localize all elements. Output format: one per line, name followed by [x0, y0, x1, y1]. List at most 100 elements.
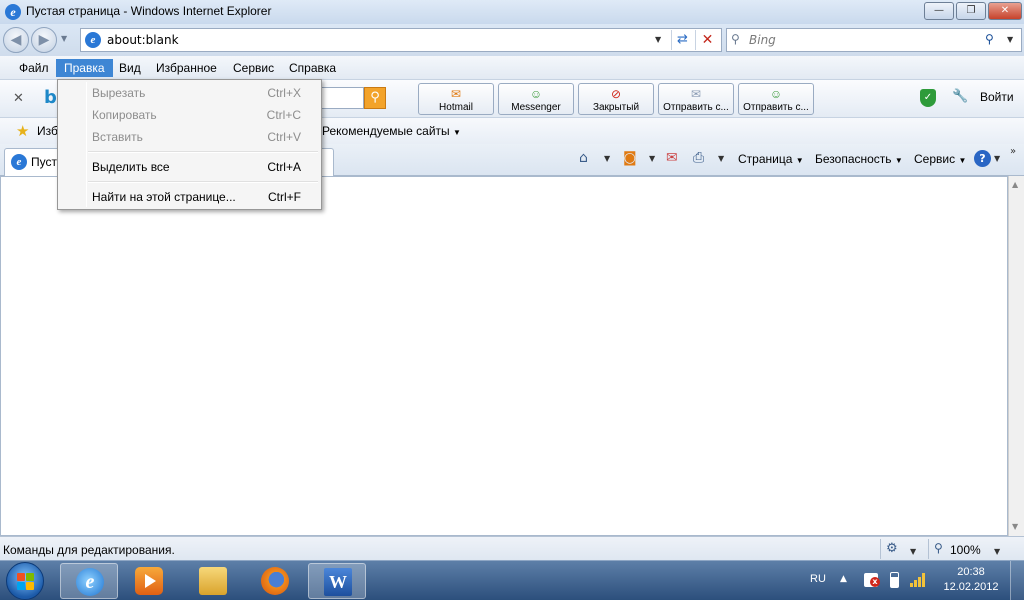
menu-item-select-all[interactable]: Выделить все Ctrl+A [60, 156, 319, 178]
status-divider [880, 539, 881, 559]
vertical-scrollbar[interactable]: ▲ ▼ [1008, 176, 1024, 536]
block-icon: ⊘ [610, 87, 622, 101]
minimize-button[interactable]: — [924, 2, 954, 20]
help-dropdown-icon[interactable]: ▼ [994, 154, 1000, 163]
menu-tools[interactable]: Сервис [225, 59, 282, 77]
show-desktop-button[interactable] [1010, 561, 1024, 600]
search-input[interactable]: Bing [749, 33, 776, 47]
ie-page-icon: e [85, 32, 101, 48]
status-text: Команды для редактирования. [3, 543, 175, 557]
taskbar-word[interactable]: W [308, 563, 366, 599]
favorites-label[interactable]: Изб [37, 124, 58, 138]
taskbar-explorer[interactable] [184, 563, 242, 599]
menu-item-shortcut: Ctrl+F [268, 190, 301, 204]
shield-icon[interactable]: ✓ [920, 89, 936, 107]
bing-logo-icon: b [44, 87, 57, 108]
toolbar-search-input[interactable] [318, 87, 364, 109]
recommended-sites-label: Рекомендуемые сайты [322, 124, 450, 138]
maximize-button[interactable]: ❐ [956, 2, 986, 20]
stop-icon[interactable]: ✕ [695, 30, 719, 50]
feeds-dropdown-icon[interactable]: ▼ [649, 154, 655, 163]
chevron-down-icon: ▼ [795, 156, 804, 165]
title-bar: e Пустая страница - Windows Internet Exp… [0, 0, 1024, 24]
zoom-level[interactable]: 100% [950, 543, 981, 557]
internet-explorer-icon: e [76, 568, 104, 596]
search-options-icon[interactable]: ▼ [1007, 35, 1013, 44]
menu-item-find[interactable]: Найти на этой странице... Ctrl+F [60, 186, 319, 208]
action-center-icon[interactable] [864, 573, 880, 587]
print-icon[interactable]: ⎙ [693, 150, 704, 166]
safety-menu-label: Безопасность [815, 152, 892, 166]
clock[interactable]: 20:38 12.02.2012 [942, 565, 1000, 595]
battery-icon[interactable] [890, 572, 899, 588]
address-dropdown-icon[interactable]: ▼ [655, 35, 661, 44]
forward-button[interactable]: ▶ [31, 27, 57, 53]
show-hidden-icons[interactable]: ▲ [840, 574, 847, 584]
menu-favorites[interactable]: Избранное [148, 59, 225, 77]
menu-item-paste[interactable]: Вставить Ctrl+V [60, 126, 319, 148]
media-player-icon [135, 567, 163, 595]
clock-time: 20:38 [957, 566, 985, 578]
protected-mode-icon[interactable]: ⚙ [886, 541, 898, 556]
scroll-down-icon[interactable]: ▼ [1012, 522, 1018, 531]
address-field[interactable]: e about:blank ▼ ⇄ ✕ [80, 28, 722, 52]
menu-edit[interactable]: Правка [56, 59, 113, 77]
address-input[interactable]: about:blank [107, 33, 179, 47]
messenger-label: Messenger [511, 102, 561, 113]
folder-icon [199, 567, 227, 595]
feeds-icon[interactable]: ◙ [623, 150, 637, 166]
messenger-button[interactable]: ☺ Messenger [498, 83, 574, 115]
help-icon[interactable]: ? [974, 150, 991, 167]
favorites-star-icon[interactable]: ★ [16, 122, 29, 140]
scroll-up-icon[interactable]: ▲ [1012, 180, 1018, 189]
safety-menu[interactable]: Безопасность ▼ [815, 152, 903, 166]
read-mail-icon[interactable]: ✉ [666, 150, 678, 166]
menu-item-shortcut: Ctrl+X [267, 86, 301, 100]
mail-icon: ✉ [450, 87, 462, 101]
toolbar-overflow-icon[interactable]: » [1010, 146, 1016, 157]
page-menu[interactable]: Страница ▼ [738, 152, 804, 166]
zoom-icon[interactable]: ⚲ [934, 541, 943, 555]
taskbar-firefox[interactable] [246, 563, 304, 599]
status-divider [928, 539, 929, 559]
menu-view[interactable]: Вид [111, 59, 149, 77]
send-messenger-button[interactable]: ☺ Отправить с... [738, 83, 814, 115]
protected-mode-dropdown-icon[interactable]: ▼ [910, 547, 916, 556]
search-go-icon[interactable]: ⚲ [985, 32, 994, 46]
menu-file[interactable]: Файл [11, 59, 57, 77]
home-icon[interactable]: ⌂ [579, 150, 588, 166]
word-icon: W [324, 568, 352, 596]
taskbar-media-player[interactable] [120, 563, 178, 599]
page-menu-label: Страница [738, 152, 793, 166]
back-button[interactable]: ◀ [3, 27, 29, 53]
wrench-icon[interactable]: 🔧 [952, 89, 968, 104]
close-toolbar-icon[interactable]: ✕ [13, 91, 24, 106]
home-dropdown-icon[interactable]: ▼ [604, 154, 610, 163]
network-signal-icon[interactable] [910, 573, 928, 587]
menu-item-cut[interactable]: Вырезать Ctrl+X [60, 82, 319, 104]
start-button[interactable] [6, 562, 44, 600]
language-indicator[interactable]: RU [810, 573, 826, 585]
send-mail-button[interactable]: ✉ Отправить с... [658, 83, 734, 115]
toolbar-search-button[interactable]: ⚲ [364, 87, 386, 109]
taskbar-internet-explorer[interactable]: e [60, 563, 118, 599]
page-content[interactable] [0, 176, 1008, 536]
ie-logo-icon: e [5, 4, 21, 20]
login-link[interactable]: Войти [980, 90, 1014, 104]
recommended-sites-link[interactable]: Рекомендуемые сайты ▼ [322, 124, 461, 138]
window-title: Пустая страница - Windows Internet Explo… [26, 4, 272, 18]
refresh-icon[interactable]: ⇄ [671, 30, 693, 50]
search-field[interactable]: ⚲ Bing ⚲ ▼ [726, 28, 1022, 52]
private-button[interactable]: ⊘ Закрытый [578, 83, 654, 115]
close-button[interactable]: ✕ [988, 2, 1022, 20]
tools-menu[interactable]: Сервис ▼ [914, 152, 966, 166]
menu-item-label: Выделить все [92, 160, 170, 174]
chevron-down-icon: ▼ [894, 156, 903, 165]
send-messenger-label: Отправить с... [743, 102, 809, 113]
zoom-dropdown-icon[interactable]: ▼ [994, 547, 1000, 556]
menu-item-copy[interactable]: Копировать Ctrl+C [60, 104, 319, 126]
hotmail-button[interactable]: ✉ Hotmail [418, 83, 494, 115]
menu-help[interactable]: Справка [281, 59, 344, 77]
print-dropdown-icon[interactable]: ▼ [718, 154, 724, 163]
history-dropdown-icon[interactable]: ▼ [61, 34, 67, 43]
